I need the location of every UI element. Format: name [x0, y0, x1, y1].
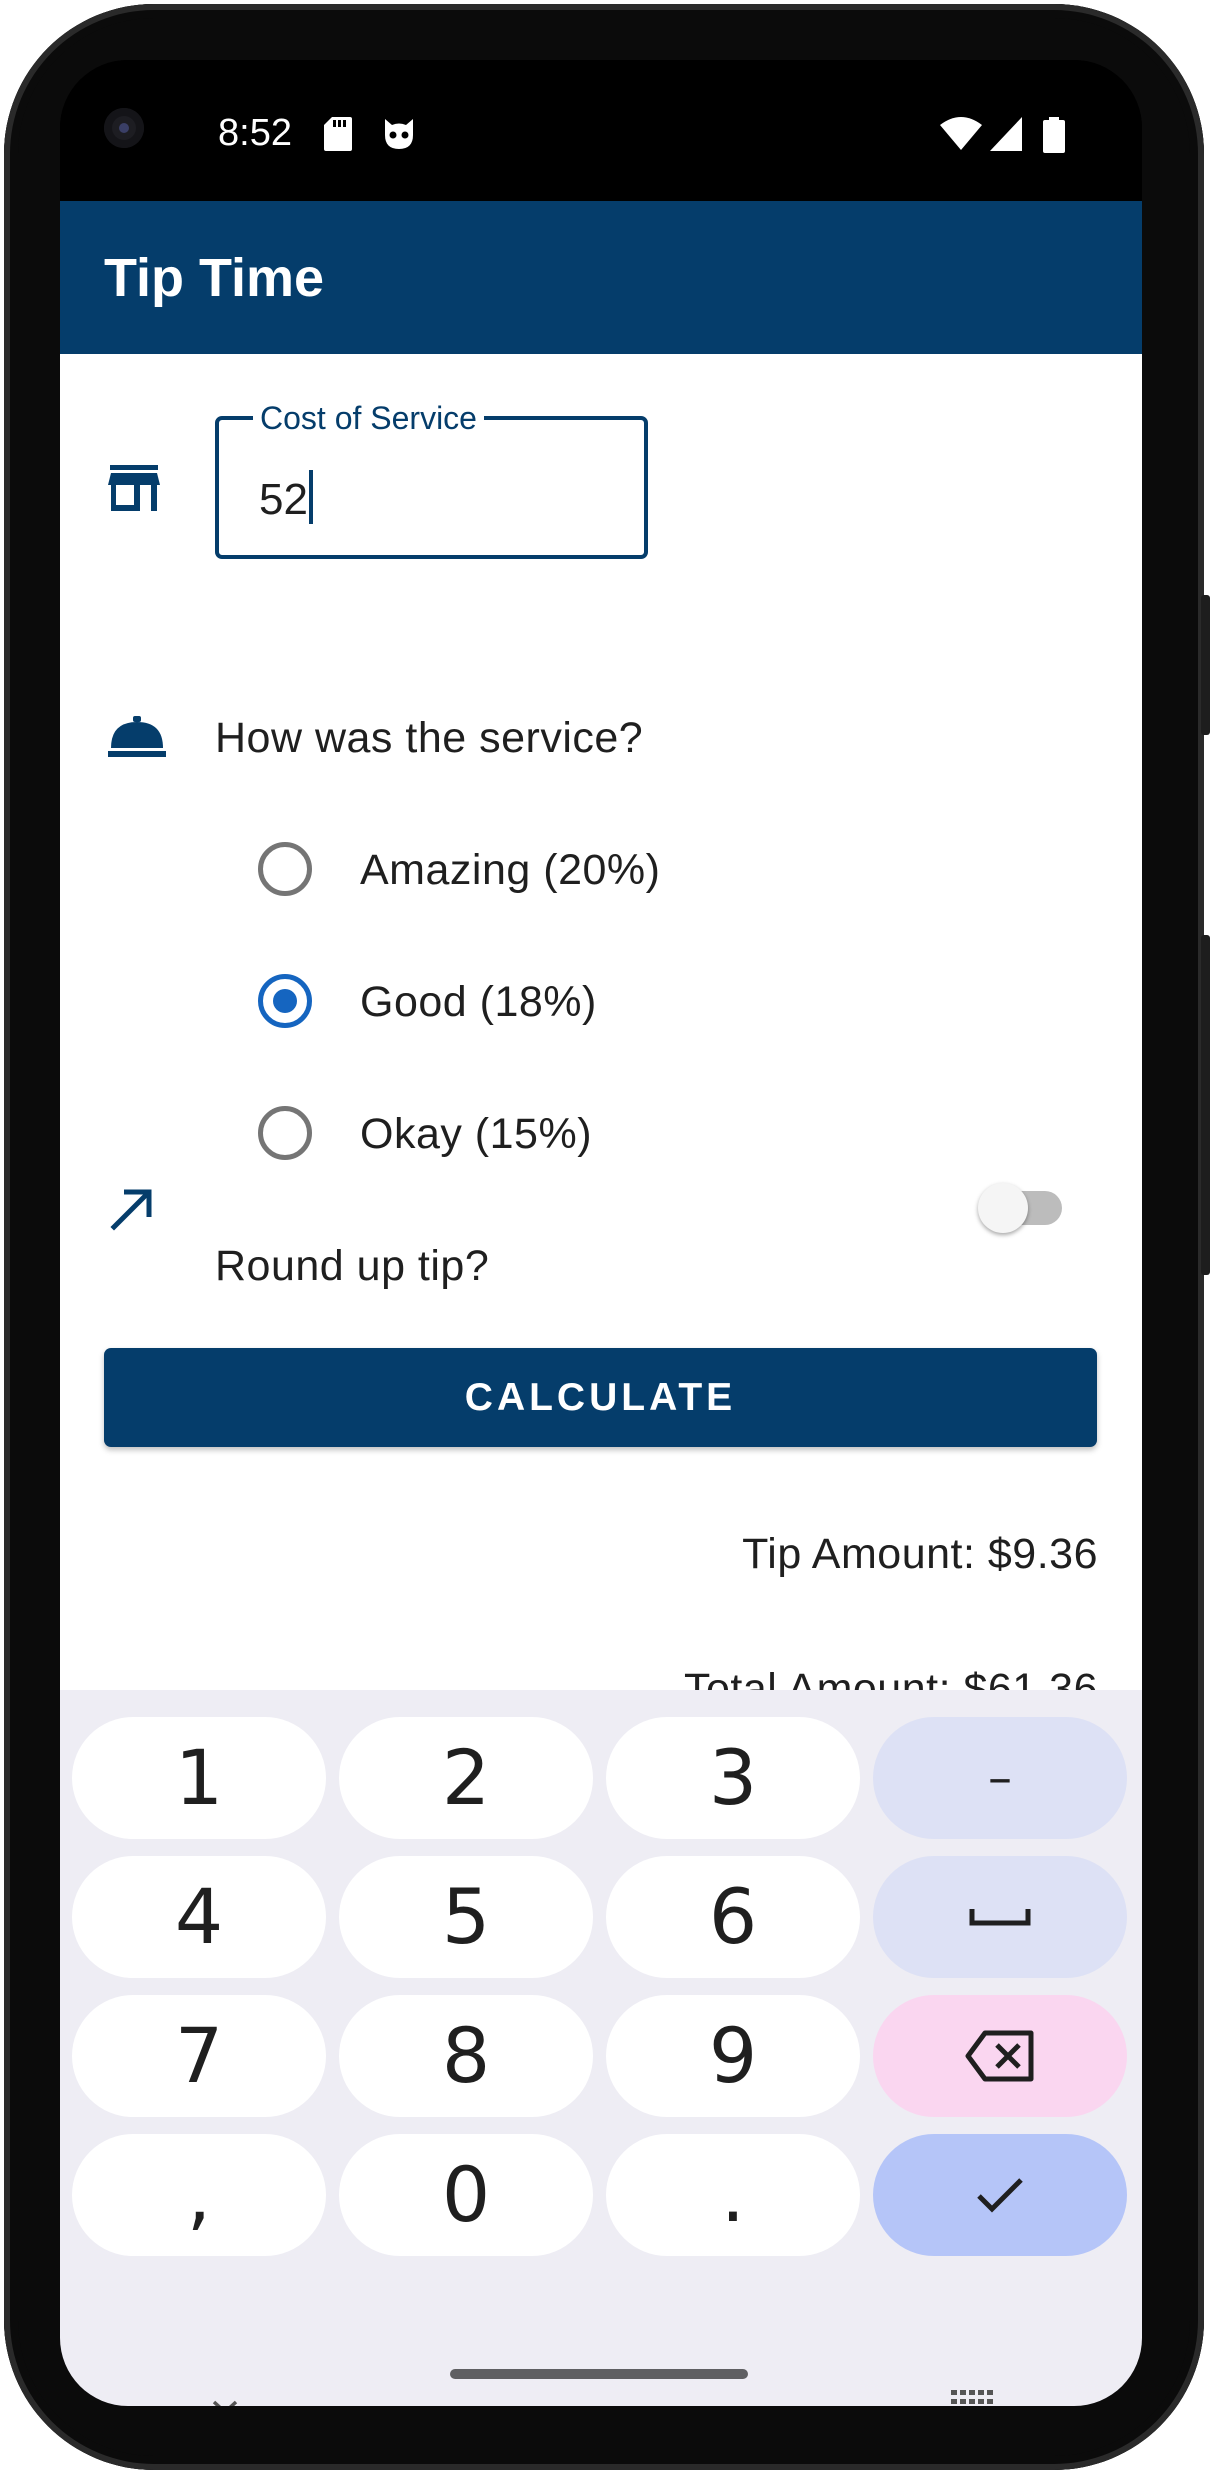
key-7[interactable]: 7	[72, 1995, 326, 2117]
store-icon	[108, 465, 160, 511]
backspace-icon	[965, 2030, 1034, 2082]
key-9[interactable]: 9	[606, 1995, 860, 2117]
minus-key[interactable]: –	[873, 1717, 1127, 1839]
cellular-signal-icon	[990, 117, 1022, 151]
hide-keyboard-chevron-icon[interactable]	[211, 2399, 239, 2406]
radio-good[interactable]	[258, 974, 312, 1028]
main-content: Cost of Service 52 How was the service? …	[60, 354, 1142, 1711]
front-camera	[104, 108, 144, 148]
round-up-arrow-icon	[110, 1189, 152, 1231]
wifi-icon	[940, 117, 982, 150]
key-3[interactable]: 3	[606, 1717, 860, 1839]
home-indicator[interactable]	[450, 2369, 748, 2379]
app-title: Tip Time	[104, 248, 325, 308]
app-bar: Tip Time	[60, 201, 1142, 354]
key-1[interactable]: 1	[72, 1717, 326, 1839]
numeric-keyboard: 1 2 3 – 4 5 6 7 8 9 , 0 .	[60, 1690, 1142, 2406]
checkmark-icon	[977, 2178, 1023, 2213]
key-8[interactable]: 8	[339, 1995, 593, 2117]
key-2[interactable]: 2	[339, 1717, 593, 1839]
cost-of-service-input[interactable]: 52	[259, 470, 313, 524]
backspace-key[interactable]	[873, 1995, 1127, 2117]
space-bar-icon	[969, 1909, 1031, 1926]
status-time: 8:52	[218, 112, 292, 154]
round-up-label: Round up tip?	[215, 1242, 490, 1290]
cat-notification-icon	[385, 119, 413, 149]
phone-screen: 8:52 Tip Time Cost of Service 52 How was…	[60, 60, 1142, 2406]
key-4[interactable]: 4	[72, 1856, 326, 1978]
space-key[interactable]	[873, 1856, 1127, 1978]
cost-of-service-label: Cost of Service	[253, 400, 484, 436]
sd-card-icon	[324, 117, 352, 151]
room-service-bell-icon	[108, 716, 166, 757]
round-up-switch[interactable]	[978, 1183, 1068, 1233]
key-period[interactable]: .	[606, 2134, 860, 2256]
cost-value-text: 52	[259, 475, 308, 524]
volume-button	[1201, 935, 1210, 1275]
battery-icon	[1043, 117, 1065, 153]
enter-key[interactable]	[873, 2134, 1127, 2256]
radio-amazing[interactable]	[258, 842, 312, 896]
calculate-button[interactable]: CALCULATE	[104, 1348, 1097, 1447]
status-bar: 8:52	[60, 60, 1142, 201]
option-amazing-label[interactable]: Amazing (20%)	[360, 849, 660, 892]
key-5[interactable]: 5	[339, 1856, 593, 1978]
text-cursor	[308, 470, 313, 524]
keyboard-switch-icon[interactable]	[951, 2390, 993, 2406]
key-0[interactable]: 0	[339, 2134, 593, 2256]
option-good-label[interactable]: Good (18%)	[360, 981, 597, 1024]
key-comma[interactable]: ,	[72, 2134, 326, 2256]
key-6[interactable]: 6	[606, 1856, 860, 1978]
cost-of-service-field[interactable]: Cost of Service 52	[215, 400, 648, 559]
service-question: How was the service?	[215, 714, 644, 762]
power-button	[1201, 595, 1210, 735]
tip-amount: Tip Amount: $9.36	[742, 1530, 1098, 1578]
radio-okay[interactable]	[258, 1106, 312, 1160]
option-okay-label[interactable]: Okay (15%)	[360, 1113, 592, 1156]
switch-thumb	[978, 1183, 1028, 1233]
